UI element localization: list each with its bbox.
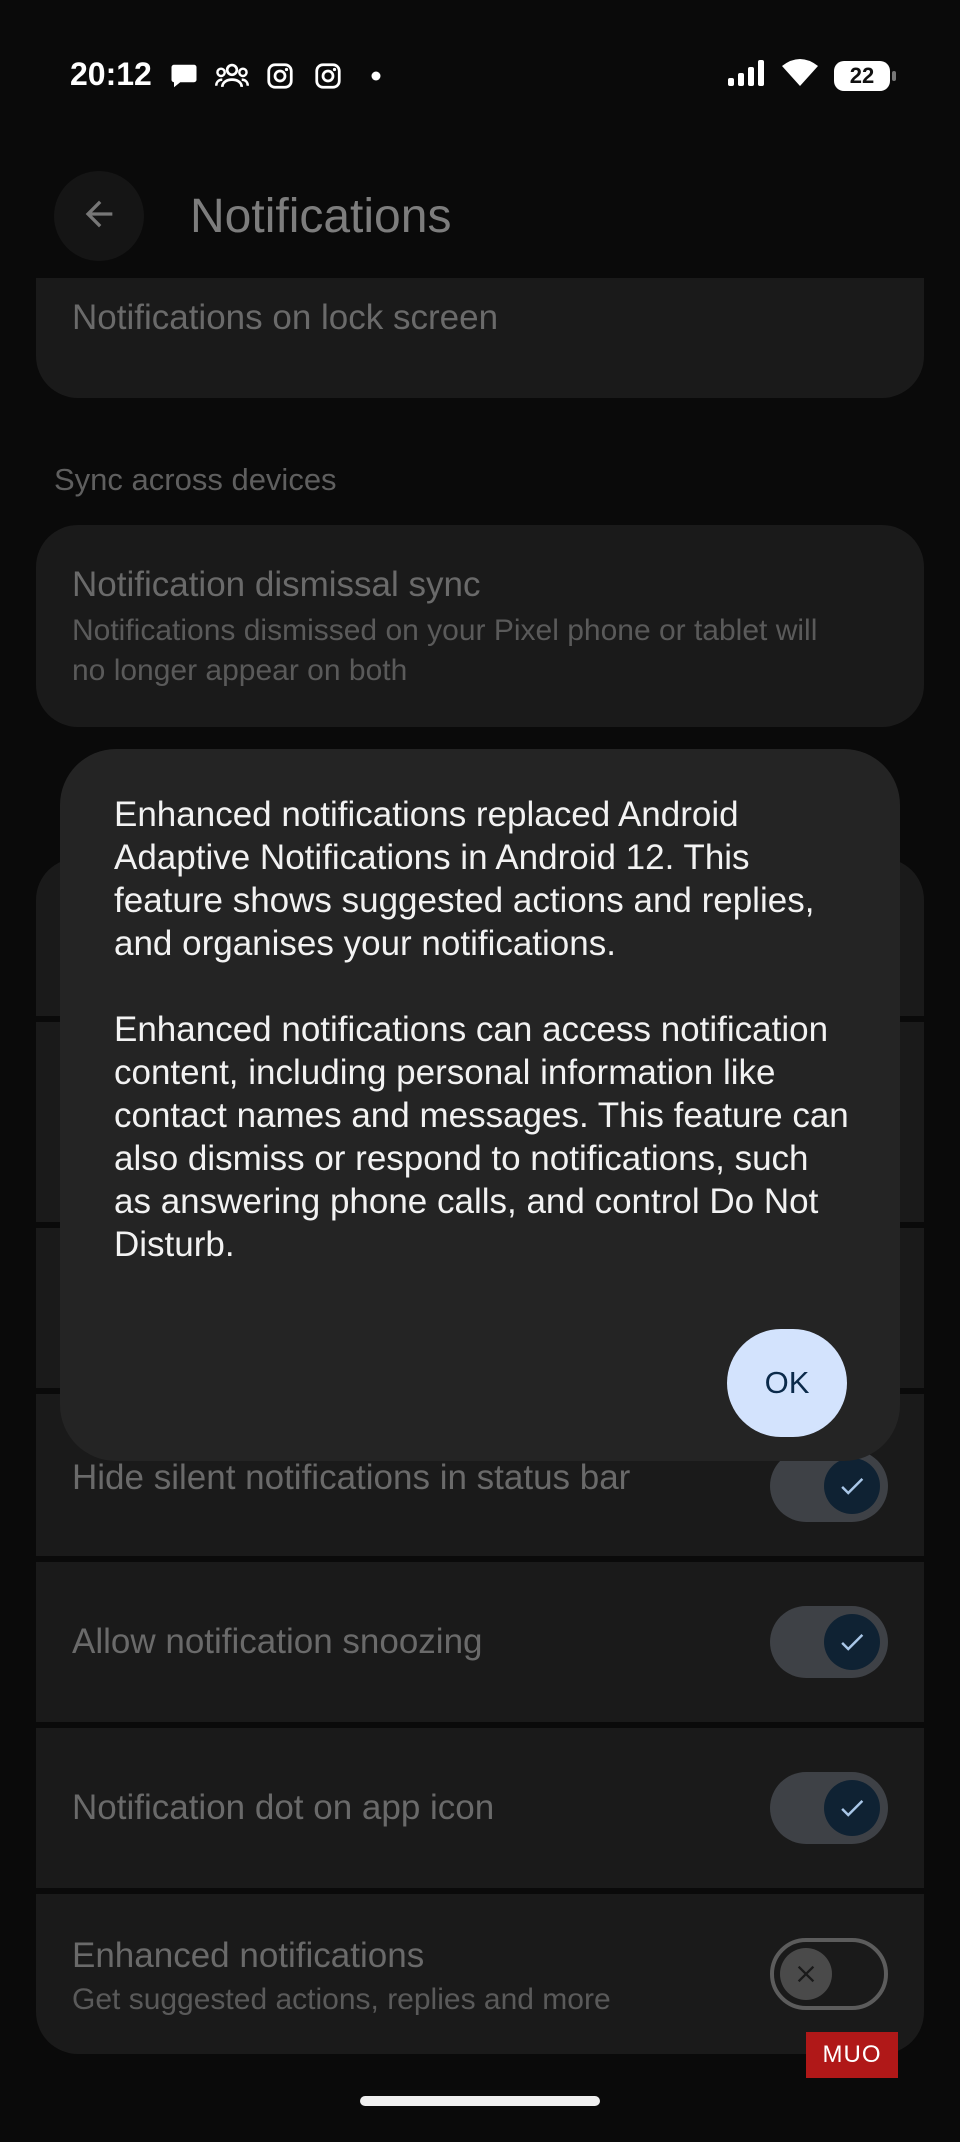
system-icons: 22 bbox=[726, 58, 896, 93]
enhanced-notifications-dialog: Enhanced notifications replaced Android … bbox=[60, 749, 900, 1461]
group-icon bbox=[214, 58, 250, 94]
enhanced-notifications-toggle[interactable] bbox=[770, 1938, 888, 2010]
message-icon bbox=[166, 58, 202, 94]
dialog-message: Enhanced notifications replaced Android … bbox=[114, 793, 854, 1266]
setting-title: Notification dismissal sync bbox=[72, 565, 481, 604]
instagram-icon bbox=[310, 58, 346, 94]
muo-watermark: MUO bbox=[806, 2032, 898, 2078]
gesture-navigation-bar[interactable] bbox=[360, 2096, 600, 2106]
enhanced-notifications-setting[interactable]: Enhanced notifications Get suggested act… bbox=[36, 1894, 924, 2054]
arrow-back-icon bbox=[79, 194, 119, 239]
signal-icon bbox=[726, 58, 766, 93]
status-time: 20:12 bbox=[70, 56, 152, 92]
notification-dot-toggle[interactable] bbox=[770, 1772, 888, 1844]
notification-icons bbox=[166, 58, 394, 94]
snoozing-toggle[interactable] bbox=[770, 1606, 888, 1678]
wifi-icon bbox=[780, 58, 820, 93]
app-bar: Notifications bbox=[0, 165, 960, 285]
setting-title: Notification dot on app icon bbox=[72, 1788, 495, 1827]
ok-button[interactable]: OK bbox=[727, 1329, 847, 1437]
battery-indicator: 22 bbox=[834, 60, 896, 91]
dialog-paragraph-2: Enhanced notifications can access notifi… bbox=[114, 1010, 849, 1264]
setting-subtitle: Notifications dismissed on your Pixel ph… bbox=[72, 614, 818, 687]
dialog-paragraph-1: Enhanced notifications replaced Android … bbox=[114, 795, 815, 963]
status-bar: 20:12 22 bbox=[0, 0, 960, 150]
lock-screen-setting[interactable]: Notifications on lock screen bbox=[36, 278, 924, 398]
back-button[interactable] bbox=[54, 171, 144, 261]
check-icon bbox=[824, 1458, 880, 1514]
setting-title: Hide silent notifications in status bar bbox=[72, 1458, 631, 1497]
check-icon bbox=[824, 1614, 880, 1670]
dismissal-sync-setting[interactable]: Notification dismissal sync Notification… bbox=[36, 525, 924, 727]
setting-title: Notifications on lock screen bbox=[72, 298, 499, 337]
dot-icon bbox=[358, 58, 394, 94]
snoozing-setting[interactable]: Allow notification snoozing bbox=[36, 1562, 924, 1722]
section-label-sync: Sync across devices bbox=[54, 462, 337, 497]
notification-dot-setting[interactable]: Notification dot on app icon bbox=[36, 1728, 924, 1888]
close-icon bbox=[780, 1948, 832, 2000]
check-icon bbox=[824, 1780, 880, 1836]
setting-title: Enhanced notifications bbox=[72, 1936, 425, 1975]
setting-title: Allow notification snoozing bbox=[72, 1622, 483, 1661]
instagram-icon bbox=[262, 58, 298, 94]
setting-subtitle: Get suggested actions, replies and more bbox=[72, 1983, 611, 2016]
page-title: Notifications bbox=[190, 190, 452, 243]
